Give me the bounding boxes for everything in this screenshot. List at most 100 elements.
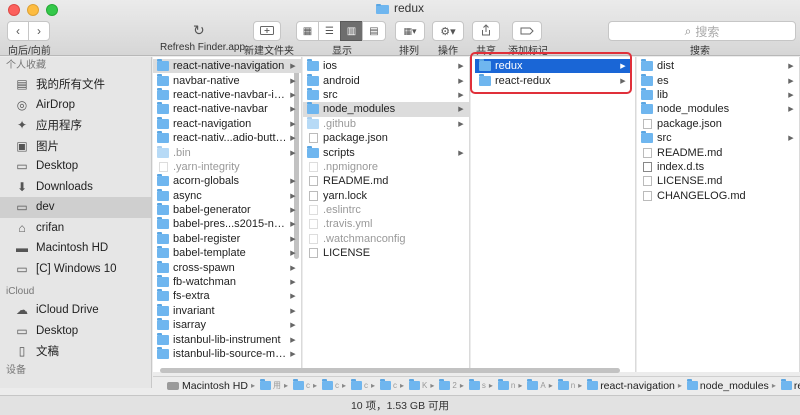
refresh-icon[interactable]: ↻ [193, 22, 205, 39]
file-row[interactable]: README.md [637, 145, 799, 159]
path-segment[interactable]: c [291, 379, 310, 390]
forward-button[interactable]: › [28, 21, 50, 41]
file-row[interactable]: package.json [637, 117, 799, 131]
file-row[interactable]: .bin ▶ [153, 145, 301, 159]
file-row[interactable]: async ▶ [153, 188, 301, 203]
column-2[interactable]: ios ▶ android ▶ src ▶ node_modules ▶ .github ▶ pac… [303, 57, 470, 372]
file-row[interactable]: LICENSE.md [637, 174, 799, 188]
file-row[interactable]: src ▶ [637, 131, 799, 145]
sidebar-item[interactable]: ▣ 图片 [0, 136, 151, 157]
action-button[interactable]: ⚙▾ [432, 21, 464, 41]
file-row[interactable]: babel-template ▶ [153, 246, 301, 260]
path-segment[interactable]: c [378, 379, 397, 390]
file-row[interactable]: babel-generator ▶ [153, 203, 301, 217]
path-segment[interactable]: 2 [437, 379, 457, 390]
file-row[interactable]: .github ▶ [303, 116, 469, 131]
file-row[interactable]: babel-pres...s2015-node ▶ [153, 217, 301, 231]
sidebar-item[interactable]: ▤ 我的所有文件 [0, 74, 151, 95]
window-title: redux [0, 1, 800, 17]
file-row[interactable]: react-nativ...adio-buttons ▶ [153, 131, 301, 145]
file-row[interactable]: .npmignore [303, 160, 469, 174]
file-name: .bin [173, 146, 191, 159]
file-row[interactable]: fs-extra ▶ [153, 289, 301, 303]
icon-view-button[interactable]: ▦ [296, 21, 319, 41]
back-button[interactable]: ‹ [7, 21, 29, 41]
path-segment[interactable]: redux [779, 379, 800, 392]
file-row[interactable]: src ▶ [303, 87, 469, 102]
path-segment[interactable]: 用 [258, 379, 281, 391]
file-row[interactable]: package.json [303, 131, 469, 145]
action-label: 操作 [438, 46, 458, 57]
file-row[interactable]: react-native-navbar-icon ▶ [153, 87, 301, 102]
file-row[interactable]: .yarn-integrity [153, 160, 301, 174]
new-folder-button[interactable] [253, 21, 281, 41]
file-row[interactable]: LICENSE [303, 246, 469, 260]
file-row[interactable]: babel-register ▶ [153, 231, 301, 246]
path-segment[interactable]: s [467, 379, 486, 390]
sidebar-item[interactable]: ⬇ Downloads [0, 177, 151, 198]
horizontal-scrollbar[interactable] [160, 368, 620, 373]
file-row[interactable]: react-native-navigation ▶ [153, 59, 301, 74]
file-row[interactable]: acorn-globals ▶ [153, 174, 301, 188]
arrange-button[interactable]: ▦▾ [395, 21, 425, 41]
file-row[interactable]: lib ▶ [637, 87, 799, 102]
sidebar-item[interactable]: ▭ Desktop [0, 321, 151, 342]
path-segment[interactable]: c [349, 379, 368, 390]
file-name: react-navigation [173, 117, 252, 130]
file-row[interactable]: yarn.lock [303, 189, 469, 203]
sidebar-item[interactable]: ☁ iCloud Drive [0, 300, 151, 321]
path-segment[interactable]: n [556, 379, 575, 390]
file-row[interactable]: index.d.ts [637, 160, 799, 174]
sidebar-item[interactable]: ▬ Macintosh HD [0, 238, 151, 259]
sidebar-item[interactable]: ▯ 文稿 [0, 341, 151, 362]
file-row[interactable]: dist ▶ [637, 59, 799, 73]
file-row[interactable]: invariant ▶ [153, 303, 301, 318]
file-row[interactable]: react-navigation ▶ [153, 116, 301, 131]
file-row[interactable]: istanbul-lib-instrument ▶ [153, 332, 301, 346]
path-segment[interactable]: react-navigation [585, 379, 675, 392]
file-row[interactable]: node_modules ▶ [303, 102, 469, 117]
file-row[interactable]: es ▶ [637, 73, 799, 87]
sidebar-item[interactable]: ◎ AirDrop [0, 95, 151, 116]
sidebar-item[interactable]: ▭ dev [0, 197, 151, 218]
file-row[interactable]: node_modules ▶ [637, 102, 799, 116]
file-row[interactable]: .watchmanconfig [303, 232, 469, 246]
path-segment[interactable]: node_modules [685, 379, 769, 392]
column-3[interactable]: redux ▶ react-redux ▶ [471, 57, 636, 372]
file-row[interactable]: .travis.yml [303, 217, 469, 231]
cover-flow-button[interactable]: ▤ [362, 21, 386, 41]
column-view-button[interactable]: ▥ [340, 21, 363, 41]
sidebar-item[interactable]: ⌂ crifan [0, 218, 151, 239]
file-row[interactable]: .eslintrc [303, 203, 469, 217]
file-name: istanbul-lib-instrument [173, 333, 281, 346]
file-name: ios [323, 60, 338, 73]
file-row[interactable]: cross-spawn ▶ [153, 260, 301, 274]
file-row[interactable]: isarray ▶ [153, 318, 301, 332]
sidebar-item[interactable]: ▭ [C] Windows 10 [0, 259, 151, 280]
columns-icon: ▥ [346, 25, 357, 37]
list-view-button[interactable]: ☰ [318, 21, 341, 41]
share-button[interactable] [472, 21, 500, 41]
file-row[interactable]: ios ▶ [303, 59, 469, 73]
sidebar-item[interactable]: ▭ Desktop [0, 156, 151, 177]
search-field[interactable]: ⌕ 搜索 [608, 21, 796, 41]
file-row[interactable]: scripts ▶ [303, 145, 469, 159]
file-row[interactable]: navbar-native ▶ [153, 73, 301, 87]
disclosure-arrow-icon: ▶ [290, 235, 296, 243]
sidebar-item[interactable]: ✦ 应用程序 [0, 115, 151, 136]
column-1[interactable]: react-native-navigation ▶ navbar-native ▶ re… [153, 57, 302, 372]
file-row[interactable]: README.md [303, 174, 469, 188]
file-row[interactable]: istanbul-lib-source-maps ▶ [153, 347, 301, 361]
file-row[interactable]: react-native-navbar ▶ [153, 102, 301, 116]
file-row[interactable]: CHANGELOG.md [637, 189, 799, 203]
path-segment[interactable]: A [525, 379, 546, 390]
path-segment-root[interactable]: Macintosh HD [167, 380, 248, 392]
file-row[interactable]: android ▶ [303, 73, 469, 87]
column-4[interactable]: dist ▶ es ▶ lib ▶ node_modules ▶ package.json src… [637, 57, 800, 372]
disclosure-arrow-icon: ▶ [788, 135, 794, 143]
path-segment[interactable]: n [496, 379, 515, 390]
path-segment[interactable]: c [320, 379, 339, 390]
tags-button[interactable] [512, 21, 542, 41]
file-row[interactable]: fb-watchman ▶ [153, 275, 301, 289]
path-segment[interactable]: K [407, 379, 427, 390]
